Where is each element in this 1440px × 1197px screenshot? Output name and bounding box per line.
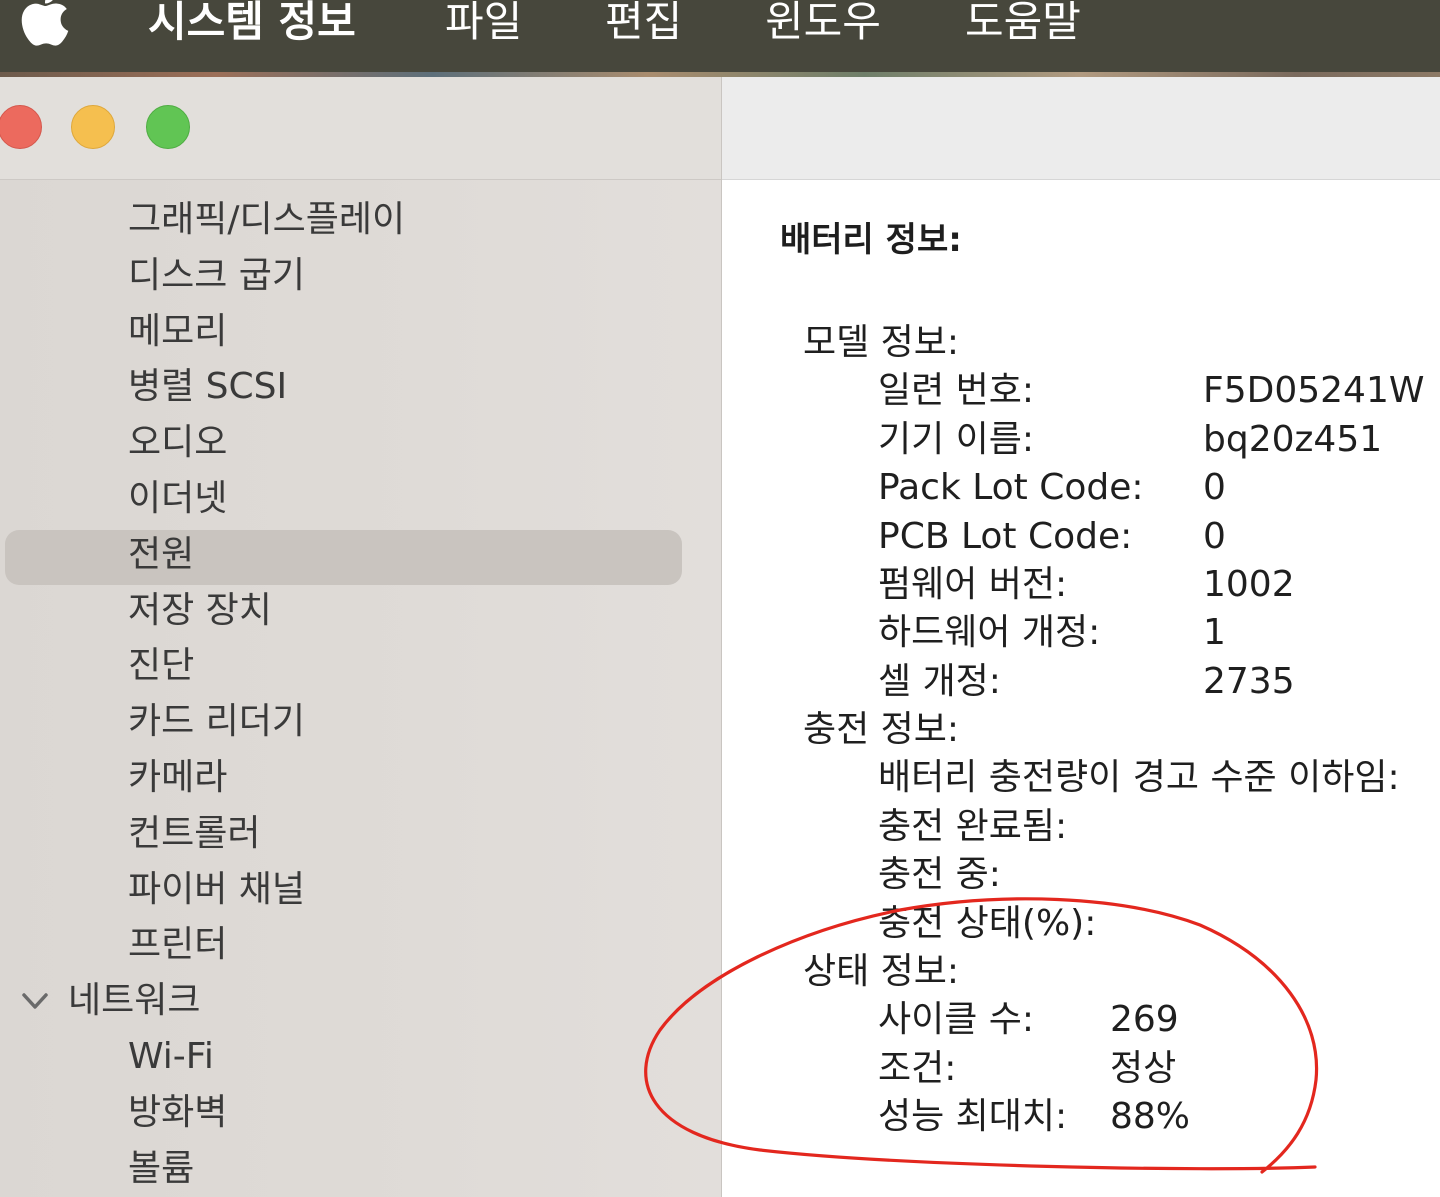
- sidebar-item-memory[interactable]: 메모리: [0, 304, 721, 360]
- sidebar-item-card-reader[interactable]: 카드 리더기: [0, 694, 721, 750]
- sidebar-list: 그래픽/디스플레이 디스크 굽기 메모리 병렬 SCSI 오디오 이더넷 전원 …: [0, 192, 721, 1196]
- close-window-button[interactable]: [0, 105, 42, 149]
- section-label-health: 상태 정보:: [803, 950, 960, 992]
- info-label: 일련 번호:: [878, 370, 1035, 412]
- battery-info-list: 모델 정보: 일련 번호: F5D05241W 기기 이름: bq20z451 Pa…: [722, 319, 1440, 1141]
- info-value: 0: [1203, 515, 1226, 557]
- sidebar-item-audio[interactable]: 오디오: [0, 415, 721, 471]
- info-label: 성능 최대치:: [878, 1096, 1068, 1137]
- info-value: 1002: [1203, 563, 1295, 605]
- apple-logo-icon[interactable]: [16, 0, 74, 52]
- chevron-down-icon[interactable]: [20, 989, 50, 1013]
- sidebar-item-power[interactable]: 전원: [0, 527, 721, 583]
- sidebar-item-wifi[interactable]: Wi-Fi: [0, 1029, 721, 1085]
- section-header: 상태 정보:: [722, 948, 1440, 996]
- sidebar-item-firewall[interactable]: 방화벽: [0, 1085, 721, 1141]
- info-value: bq20z451: [1203, 418, 1383, 460]
- window-titlebar: [0, 77, 721, 180]
- info-value: 2735: [1203, 660, 1295, 702]
- info-row: 기기 이름: bq20z451: [722, 416, 1440, 464]
- detail-toolbar: [722, 77, 1440, 180]
- detail-pane: 배터리 정보: 모델 정보: 일련 번호: F5D05241W 기기 이름: bq2…: [722, 77, 1440, 1197]
- info-label: 충전 완료됨:: [878, 805, 1068, 847]
- info-label: 하드웨어 개정:: [878, 612, 1101, 654]
- info-label: PCB Lot Code:: [878, 515, 1133, 557]
- section-label-model: 모델 정보:: [803, 322, 960, 363]
- section-header: 충전 정보:: [722, 706, 1440, 754]
- info-label: 충전 중:: [878, 854, 1001, 896]
- sidebar-item-graphics-display[interactable]: 그래픽/디스플레이: [0, 192, 721, 248]
- sidebar-item-storage[interactable]: 저장 장치: [0, 583, 721, 639]
- info-value: F5D05241W: [1203, 370, 1425, 412]
- sidebar-item-diagnostics[interactable]: 진단: [0, 638, 721, 694]
- menu-app-name[interactable]: 시스템 정보: [148, 0, 356, 50]
- info-row: 일련 번호: F5D05241W: [722, 367, 1440, 415]
- sidebar-item-ethernet[interactable]: 이더넷: [0, 471, 721, 527]
- info-label: 배터리 충전량이 경고 수준 이하임:: [878, 757, 1400, 799]
- info-row: 펌웨어 버전: 1002: [722, 561, 1440, 609]
- sidebar-group-label: 네트워크: [68, 980, 201, 1022]
- zoom-window-button[interactable]: [146, 105, 190, 149]
- info-label: 충전 상태(%):: [878, 902, 1097, 944]
- menu-window[interactable]: 윈도우: [765, 0, 881, 50]
- info-row: PCB Lot Code: 0: [722, 513, 1440, 561]
- condition-value: 정상: [1110, 1047, 1177, 1089]
- info-row: 배터리 충전량이 경고 수준 이하임:: [722, 754, 1440, 802]
- info-row: 셀 개정: 2735: [722, 658, 1440, 706]
- section-label-charge: 충전 정보:: [803, 709, 960, 750]
- info-row: 조건: 정상: [722, 1045, 1440, 1093]
- info-label: 펌웨어 버전:: [878, 563, 1068, 605]
- sidebar-group-network[interactable]: 네트워크: [0, 973, 721, 1029]
- info-label: 기기 이름:: [878, 418, 1035, 460]
- cycle-count-value: 269: [1110, 999, 1179, 1041]
- sidebar-item-printer[interactable]: 프린터: [0, 917, 721, 973]
- section-header: 모델 정보:: [722, 319, 1440, 367]
- menu-bar: 시스템 정보 파일 편집 윈도우 도움말: [0, 0, 1440, 72]
- sidebar-item-controller[interactable]: 컨트롤러: [0, 806, 721, 862]
- sidebar-item-camera[interactable]: 카메라: [0, 750, 721, 806]
- info-row: 성능 최대치: 88%: [722, 1093, 1440, 1141]
- info-value: 0: [1203, 467, 1226, 509]
- info-label: 셀 개정:: [878, 660, 1001, 702]
- info-row: 하드웨어 개정: 1: [722, 609, 1440, 657]
- sidebar-item-disc-burning[interactable]: 디스크 굽기: [0, 248, 721, 304]
- menu-edit[interactable]: 편집: [605, 0, 682, 50]
- menu-help[interactable]: 도움말: [965, 0, 1081, 50]
- info-row: 사이클 수: 269: [722, 996, 1440, 1044]
- max-capacity-value: 88%: [1110, 1096, 1191, 1137]
- info-row: Pack Lot Code: 0: [722, 464, 1440, 512]
- sidebar-item-volumes[interactable]: 볼륨: [0, 1141, 721, 1197]
- info-label: 사이클 수:: [878, 999, 1035, 1041]
- info-row: 충전 중:: [722, 851, 1440, 899]
- sidebar: 그래픽/디스플레이 디스크 굽기 메모리 병렬 SCSI 오디오 이더넷 전원 …: [0, 77, 722, 1197]
- sidebar-item-fibre-channel[interactable]: 파이버 채널: [0, 862, 721, 918]
- info-label: Pack Lot Code:: [878, 467, 1144, 509]
- info-row: 충전 상태(%):: [722, 900, 1440, 948]
- menu-file[interactable]: 파일: [445, 0, 522, 50]
- info-label: 조건:: [878, 1047, 957, 1089]
- page-title: 배터리 정보:: [780, 220, 962, 260]
- info-row: 충전 완료됨:: [722, 803, 1440, 851]
- sidebar-item-parallel-scsi[interactable]: 병렬 SCSI: [0, 359, 721, 415]
- info-value: 1: [1203, 612, 1226, 654]
- minimize-window-button[interactable]: [71, 105, 115, 149]
